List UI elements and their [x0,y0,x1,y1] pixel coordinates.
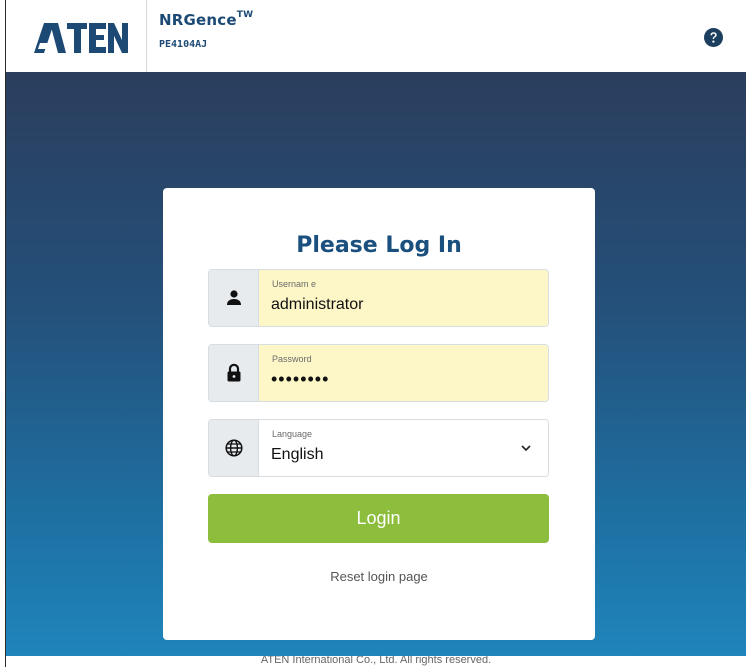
header-divider [146,0,147,72]
product-name: NRGenceTW [159,10,254,29]
login-button[interactable]: Login [208,494,549,543]
language-select[interactable]: Language English [208,419,549,477]
lock-icon [209,345,259,401]
username-field[interactable]: Usernam e administrator [208,269,549,327]
reset-login-link[interactable]: Reset login page [163,569,595,584]
product-model: PE4104AJ [159,39,208,50]
password-input[interactable]: Password •••••••• [259,345,548,401]
user-icon [209,270,259,326]
product-name-text: NRGence [159,11,237,29]
product-name-mark: TW [236,10,254,20]
password-label: Password [272,354,312,364]
globe-icon [209,420,259,476]
language-label: Language [272,429,313,439]
aten-logo [34,21,128,53]
app-frame: NRGenceTW PE4104AJ Please Log In Usernam… [5,0,746,667]
chevron-down-icon[interactable] [520,442,532,454]
username-label: Usernam e [272,279,317,289]
language-input[interactable]: Language English [259,420,548,476]
password-value: •••••••• [271,369,330,389]
login-title: Please Log In [296,233,462,258]
login-card: Please Log In Usernam e administrator Pa… [163,188,595,640]
password-field[interactable]: Password •••••••• [208,344,549,402]
header: NRGenceTW PE4104AJ [6,0,746,72]
footer-copyright: ATEN International Co., Ltd. All rights … [260,656,492,666]
username-value: administrator [271,296,364,313]
language-value: English [271,446,324,463]
footer: ATEN International Co., Ltd. All rights … [6,656,746,667]
question-circle-icon[interactable] [704,28,723,47]
username-input[interactable]: Usernam e administrator [259,270,548,326]
